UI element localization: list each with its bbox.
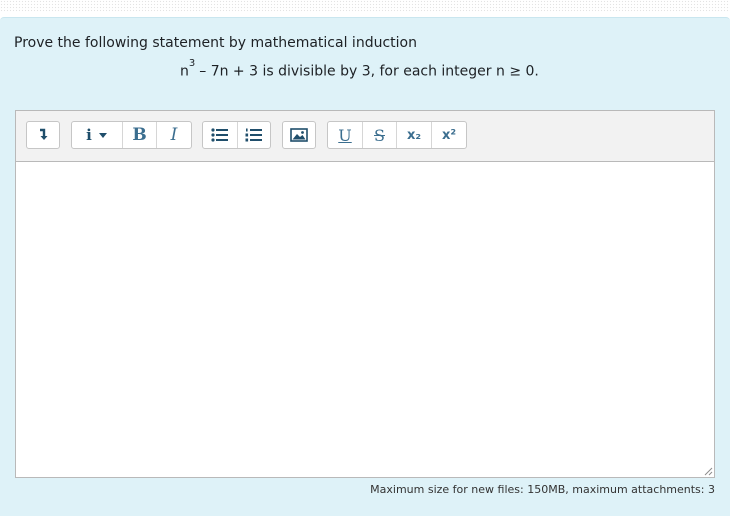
- toolbar-group-advanced-format: U S x₂ x²: [327, 121, 467, 149]
- toolbar-group-text-style: i B I: [71, 121, 192, 149]
- paragraph-styles-button[interactable]: i: [72, 122, 122, 148]
- numbered-list-icon: [245, 128, 262, 142]
- unordered-list-button[interactable]: [203, 122, 237, 148]
- question-prompt: Prove the following statement by mathema…: [14, 35, 417, 51]
- info-label: i: [86, 126, 92, 144]
- top-dotted-separator: [0, 0, 730, 12]
- toolbar-group-expand: [26, 121, 60, 149]
- answer-editor: i B I U S x₂ x²: [15, 110, 715, 478]
- editor-toolbar: i B I U S x₂ x²: [16, 111, 714, 162]
- attachment-limits-text: Maximum size for new files: 150MB, maxim…: [370, 483, 715, 496]
- expand-toolbar-button[interactable]: [27, 122, 59, 148]
- resize-handle-icon[interactable]: [703, 466, 713, 476]
- toolbar-group-lists: [202, 121, 271, 149]
- statement-rest: – 7n + 3 is divisible by 3, for each int…: [199, 63, 539, 80]
- bold-button[interactable]: B: [122, 122, 156, 148]
- subscript-button[interactable]: x₂: [396, 122, 431, 148]
- question-statement: n3– 7n + 3 is divisible by 3, for each i…: [180, 58, 539, 80]
- image-icon: [290, 128, 308, 142]
- superscript-button[interactable]: x²: [431, 122, 466, 148]
- italic-button[interactable]: I: [156, 122, 191, 148]
- statement-exponent: 3: [188, 58, 196, 69]
- toolbar-group-media: [282, 121, 316, 149]
- statement-base: n: [180, 63, 189, 80]
- caret-down-icon: [98, 133, 107, 138]
- answer-text-area[interactable]: [16, 162, 714, 477]
- underline-button[interactable]: U: [328, 122, 362, 148]
- strikethrough-button[interactable]: S: [362, 122, 396, 148]
- insert-image-button[interactable]: [283, 122, 315, 148]
- expand-arrow-icon: [40, 128, 48, 140]
- ordered-list-button[interactable]: [237, 122, 270, 148]
- bullet-list-icon: [211, 128, 228, 142]
